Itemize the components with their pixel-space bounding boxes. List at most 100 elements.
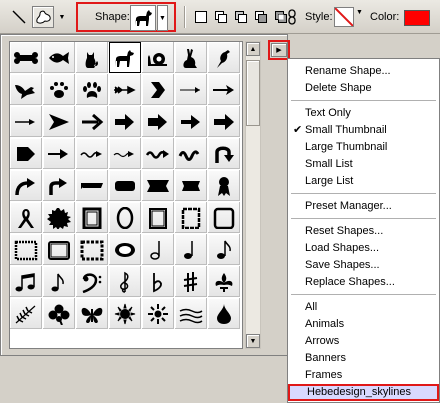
shape-flat-icon[interactable] — [142, 266, 175, 298]
menu-item-banners[interactable]: Banners — [288, 350, 439, 367]
shape-note-quarter-icon[interactable] — [175, 234, 208, 266]
shape-frame-4-icon[interactable] — [208, 202, 241, 234]
menu-item-text-only[interactable]: Text Only — [288, 105, 439, 122]
menu-item-rename-shape[interactable]: Rename Shape... — [288, 63, 439, 80]
shape-seal-icon[interactable] — [43, 202, 76, 234]
shape-snail-icon[interactable] — [142, 42, 175, 74]
shape-raindrop-icon[interactable] — [208, 298, 241, 330]
shape-cat-icon[interactable] — [76, 42, 109, 74]
shape-frame-7-icon[interactable] — [76, 234, 109, 266]
menu-item-small-thumbnail[interactable]: ✔ Small Thumbnail — [288, 122, 439, 139]
shape-grass-icon[interactable] — [175, 298, 208, 330]
shape-arrow-pentagon-icon[interactable] — [10, 138, 43, 170]
shape-arrow-simple-1-icon[interactable] — [10, 106, 43, 138]
shape-arrow-curved-2-icon[interactable] — [43, 170, 76, 202]
shape-frame-6-icon[interactable] — [43, 234, 76, 266]
menu-item-animals[interactable]: Animals — [288, 316, 439, 333]
subtract-area-icon[interactable] — [230, 6, 252, 28]
menu-item-reset-shapes[interactable]: Reset Shapes... — [288, 223, 439, 240]
shape-arrow-uturn-icon[interactable] — [208, 138, 241, 170]
shape-notes-pair-icon[interactable] — [43, 266, 76, 298]
shape-arrow-wavy-2-icon[interactable] — [109, 138, 142, 170]
shape-bone-icon[interactable] — [10, 42, 43, 74]
shape-banner-3-icon[interactable] — [142, 170, 175, 202]
scroll-down-icon[interactable]: ▼ — [246, 334, 260, 348]
shape-arrow-bold-1-icon[interactable] — [76, 106, 109, 138]
shape-frame-oval-icon[interactable] — [109, 202, 142, 234]
color-swatch[interactable] — [404, 10, 430, 26]
shape-ribbon-icon[interactable] — [208, 170, 241, 202]
shape-arrow-bold-3-icon[interactable] — [142, 106, 175, 138]
menu-item-large-list[interactable]: Large List — [288, 173, 439, 190]
shape-frame-ellipse-icon[interactable] — [109, 234, 142, 266]
shape-fern-icon[interactable] — [10, 298, 43, 330]
shape-dove-icon[interactable] — [10, 74, 43, 106]
shape-arrow-chevron-icon[interactable] — [142, 74, 175, 106]
menu-item-all[interactable]: All — [288, 299, 439, 316]
menu-item-delete-shape[interactable]: Delete Shape — [288, 80, 439, 97]
shape-sharp-icon[interactable] — [175, 266, 208, 298]
menu-item-replace-shapes[interactable]: Replace Shapes... — [288, 274, 439, 291]
scroll-thumb[interactable] — [246, 60, 260, 126]
shape-ribbon-awareness-icon[interactable] — [10, 202, 43, 234]
shape-arrow-bold-4-icon[interactable] — [175, 106, 208, 138]
shape-paw-print-2-icon[interactable] — [76, 74, 109, 106]
shape-arrow-wavy-1-icon[interactable] — [76, 138, 109, 170]
shape-frame-1-icon[interactable] — [76, 202, 109, 234]
shape-paw-print-1-icon[interactable] — [43, 74, 76, 106]
shape-arrow-thin-icon[interactable] — [175, 74, 208, 106]
shape-frame-2-icon[interactable] — [142, 202, 175, 234]
shape-bird-icon[interactable] — [208, 42, 241, 74]
shape-note-eighth-icon[interactable] — [208, 234, 241, 266]
menu-item-arrows[interactable]: Arrows — [288, 333, 439, 350]
menu-item-preset-manager[interactable]: Preset Manager... — [288, 198, 439, 215]
shape-fish-icon[interactable] — [43, 42, 76, 74]
menu-item-load-shapes[interactable]: Load Shapes... — [288, 240, 439, 257]
menu-item-small-list[interactable]: Small List — [288, 156, 439, 173]
shape-shamrock-icon[interactable] — [43, 298, 76, 330]
new-shape-layer-icon[interactable] — [190, 6, 212, 28]
menu-item-hebedesign-skylines[interactable]: Hebedesign_skylines — [288, 384, 439, 401]
shape-arrow-bold-triangle-icon[interactable] — [43, 106, 76, 138]
shape-arrow-bold-5-icon[interactable] — [208, 106, 241, 138]
picker-menu-arrow-icon[interactable]: ▶ — [271, 43, 287, 57]
shape-dog-icon[interactable] — [109, 42, 142, 74]
intersect-area-icon[interactable] — [250, 6, 272, 28]
shape-sun-2-icon[interactable] — [142, 298, 175, 330]
shape-arrow-feather-icon[interactable] — [109, 74, 142, 106]
scroll-up-icon[interactable]: ▲ — [246, 42, 260, 56]
shape-preview[interactable] — [130, 5, 156, 31]
shape-banner-1-icon[interactable] — [76, 170, 109, 202]
shape-arrow-bold-6-icon[interactable] — [43, 138, 76, 170]
shape-frame-3-icon[interactable] — [175, 202, 208, 234]
line-tool-icon[interactable] — [8, 6, 30, 28]
shape-arrow-wavy-3-icon[interactable] — [142, 138, 175, 170]
shape-frame-5-icon[interactable] — [10, 234, 43, 266]
shape-arrow-curved-1-icon[interactable] — [10, 170, 43, 202]
shape-arrow-bold-2-icon[interactable] — [109, 106, 142, 138]
shape-treble-clef-icon[interactable] — [109, 266, 142, 298]
custom-shape-tool-icon[interactable] — [32, 6, 54, 28]
shape-banner-2-icon[interactable] — [109, 170, 142, 202]
shape-dropdown-button[interactable]: ▼ — [157, 5, 168, 31]
menu-item-large-thumbnail[interactable]: Large Thumbnail — [288, 139, 439, 156]
shape-note-half-icon[interactable] — [142, 234, 175, 266]
style-none-icon[interactable] — [334, 7, 354, 27]
menu-item-frames[interactable]: Frames — [288, 367, 439, 384]
link-icon[interactable] — [285, 9, 299, 25]
menu-item-save-shapes[interactable]: Save Shapes... — [288, 257, 439, 274]
shape-arrow-wavy-4-icon[interactable] — [175, 138, 208, 170]
shape-banner-4-icon[interactable] — [175, 170, 208, 202]
shape-arrow-dart-icon[interactable] — [208, 74, 241, 106]
shape-notes-beamed-icon[interactable] — [10, 266, 43, 298]
shape-rabbit-icon[interactable] — [175, 42, 208, 74]
shape-sun-1-icon[interactable] — [109, 298, 142, 330]
style-dropdown-arrow-icon[interactable]: ▼ — [356, 9, 363, 16]
menu-item-label: Large Thumbnail — [305, 141, 388, 153]
add-to-area-icon[interactable] — [210, 6, 232, 28]
shape-bass-clef-icon[interactable] — [76, 266, 109, 298]
picker-scrollbar[interactable]: ▲ ▼ — [245, 41, 261, 349]
shape-fleur-icon[interactable] — [208, 266, 241, 298]
shape-butterfly-icon[interactable] — [76, 298, 109, 330]
shape-dropdown-arrow-icon[interactable]: ▼ — [58, 13, 66, 21]
